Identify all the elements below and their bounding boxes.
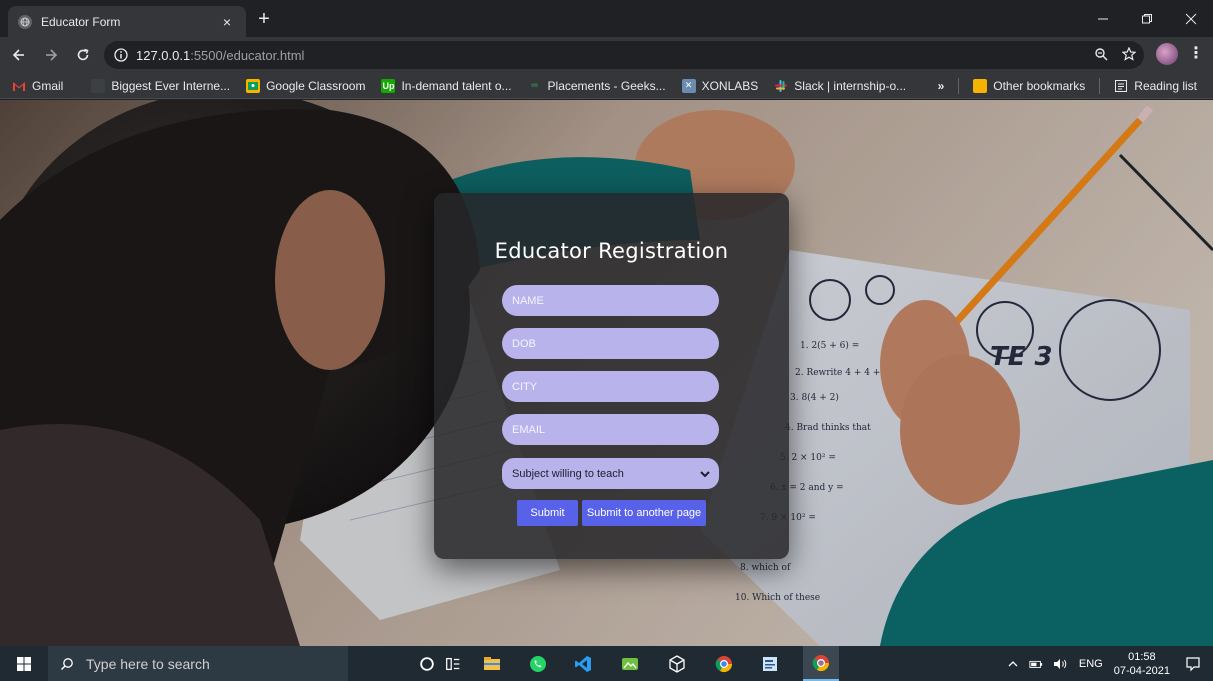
search-placeholder: Type here to search <box>86 655 210 672</box>
clock-time: 01:58 <box>1128 650 1156 663</box>
bookmark-google-classroom[interactable]: Google Classroom <box>238 75 373 97</box>
browser-toolbar: 127.0.0.1:5500/educator.html ⋮ <box>0 37 1213 73</box>
other-bookmarks-folder[interactable]: Other bookmarks <box>965 75 1093 97</box>
divider <box>958 78 960 94</box>
bookmark-geeks[interactable]: ∞ Placements - Geeks... <box>520 75 674 97</box>
dob-input[interactable] <box>502 328 719 359</box>
taskbar-search[interactable]: Type here to search <box>48 646 348 681</box>
submit-button[interactable]: Submit <box>517 500 578 526</box>
name-input[interactable] <box>502 285 719 316</box>
page-icon <box>91 78 106 93</box>
chevron-down-icon <box>700 471 710 478</box>
bookmarks-bar: Gmail Biggest Ever Interne... Google Cla… <box>0 73 1213 99</box>
profile-avatar[interactable] <box>1156 43 1178 65</box>
bookmark-label: Biggest Ever Interne... <box>111 78 231 93</box>
task-view-icon[interactable] <box>443 654 463 674</box>
page-viewport: TE 3 1. 2(5 + 6) = 2. Rewrite 4 + 4 + 6 … <box>0 100 1213 646</box>
vscode-icon[interactable] <box>573 654 593 674</box>
windows-taskbar: Type here to search ENG 01:58 07-04-2021 <box>0 646 1213 681</box>
address-bar[interactable]: 127.0.0.1:5500/educator.html <box>104 41 1144 69</box>
clock-date: 07-04-2021 <box>1113 664 1170 677</box>
search-icon <box>61 657 73 670</box>
url-host: 127.0.0.1 <box>136 47 191 63</box>
bookmark-label: XONLABS <box>701 78 759 93</box>
close-window-icon[interactable] <box>1169 0 1213 37</box>
reading-list-button[interactable]: Reading list <box>1106 75 1205 97</box>
subject-select[interactable]: Subject willing to teach <box>502 458 719 489</box>
xonlabs-icon: ✕ <box>681 78 696 93</box>
chrome-active-icon[interactable] <box>803 646 839 681</box>
bookmark-gmail[interactable]: Gmail <box>0 75 71 97</box>
form-title: Educator Registration <box>494 239 729 263</box>
browser-tab[interactable]: Educator Form × <box>8 6 246 37</box>
reload-icon[interactable] <box>70 42 96 68</box>
language-indicator[interactable]: ENG <box>1079 658 1103 670</box>
bookmark-label: Placements - Geeks... <box>547 78 666 93</box>
volume-icon[interactable] <box>1053 658 1069 670</box>
file-explorer-icon[interactable] <box>482 654 502 674</box>
zoom-icon[interactable] <box>1094 47 1108 61</box>
bookmark-xonlabs[interactable]: ✕ XONLABS <box>674 75 767 97</box>
windows-start-icon[interactable] <box>0 646 48 681</box>
chrome-icon[interactable] <box>714 654 734 674</box>
slack-icon <box>774 79 788 93</box>
bookmarks-overflow-button[interactable]: » <box>930 75 953 97</box>
other-bookmarks-label: Other bookmarks <box>993 79 1086 93</box>
reading-list-icon <box>1114 79 1128 93</box>
notepad-icon[interactable] <box>760 654 780 674</box>
registration-card: Educator Registration Subject willing to… <box>434 193 789 559</box>
bookmark-label: Gmail <box>32 78 64 93</box>
clock[interactable]: 01:58 07-04-2021 <box>1114 650 1170 678</box>
3d-viewer-icon[interactable] <box>667 654 687 674</box>
divider <box>1099 78 1101 94</box>
bookmark-star-icon[interactable] <box>1122 47 1136 61</box>
submit-another-page-button[interactable]: Submit to another page <box>582 500 706 526</box>
restore-icon[interactable] <box>1125 0 1169 37</box>
battery-icon[interactable] <box>1029 658 1043 670</box>
forward-arrow-icon[interactable] <box>38 42 64 68</box>
notification-icon[interactable] <box>1185 656 1201 672</box>
new-tab-button[interactable]: + <box>252 9 276 29</box>
cortana-icon[interactable] <box>417 654 437 674</box>
geeks-icon: ∞ <box>530 80 539 91</box>
city-input[interactable] <box>502 371 719 402</box>
url-path: :5500/educator.html <box>190 47 305 63</box>
globe-icon <box>18 14 32 29</box>
browser-tab-strip: Educator Form × + <box>0 0 1213 37</box>
tab-title: Educator Form <box>41 14 121 29</box>
system-tray: ENG 01:58 07-04-2021 <box>1002 646 1213 681</box>
bookmark-biggest-ever[interactable]: Biggest Ever Interne... <box>71 75 238 97</box>
whatsapp-icon[interactable] <box>528 654 548 674</box>
chevron-up-icon[interactable] <box>1007 658 1019 670</box>
folder-icon <box>973 79 988 93</box>
bookmark-upwork[interactable]: Up In-demand talent o... <box>373 75 519 97</box>
subject-selected-value: Subject willing to teach <box>512 467 624 480</box>
reading-list-label: Reading list <box>1134 79 1197 93</box>
site-info-icon[interactable] <box>114 48 128 62</box>
bookmark-label: Slack | internship-o... <box>794 78 907 93</box>
back-arrow-icon[interactable] <box>6 42 32 68</box>
bookmark-label: In-demand talent o... <box>401 78 512 93</box>
minimize-icon[interactable] <box>1081 0 1125 37</box>
bookmark-slack[interactable]: Slack | internship-o... <box>766 75 914 97</box>
email-input[interactable] <box>502 414 719 445</box>
photos-app-icon[interactable] <box>620 654 640 674</box>
upwork-icon: Up <box>381 78 396 93</box>
gmail-icon <box>12 79 26 93</box>
menu-kebab-icon[interactable]: ⋮ <box>1188 45 1204 63</box>
classroom-icon <box>246 78 261 93</box>
bookmark-label: Google Classroom <box>266 78 366 93</box>
tab-close-icon[interactable]: × <box>218 14 236 30</box>
